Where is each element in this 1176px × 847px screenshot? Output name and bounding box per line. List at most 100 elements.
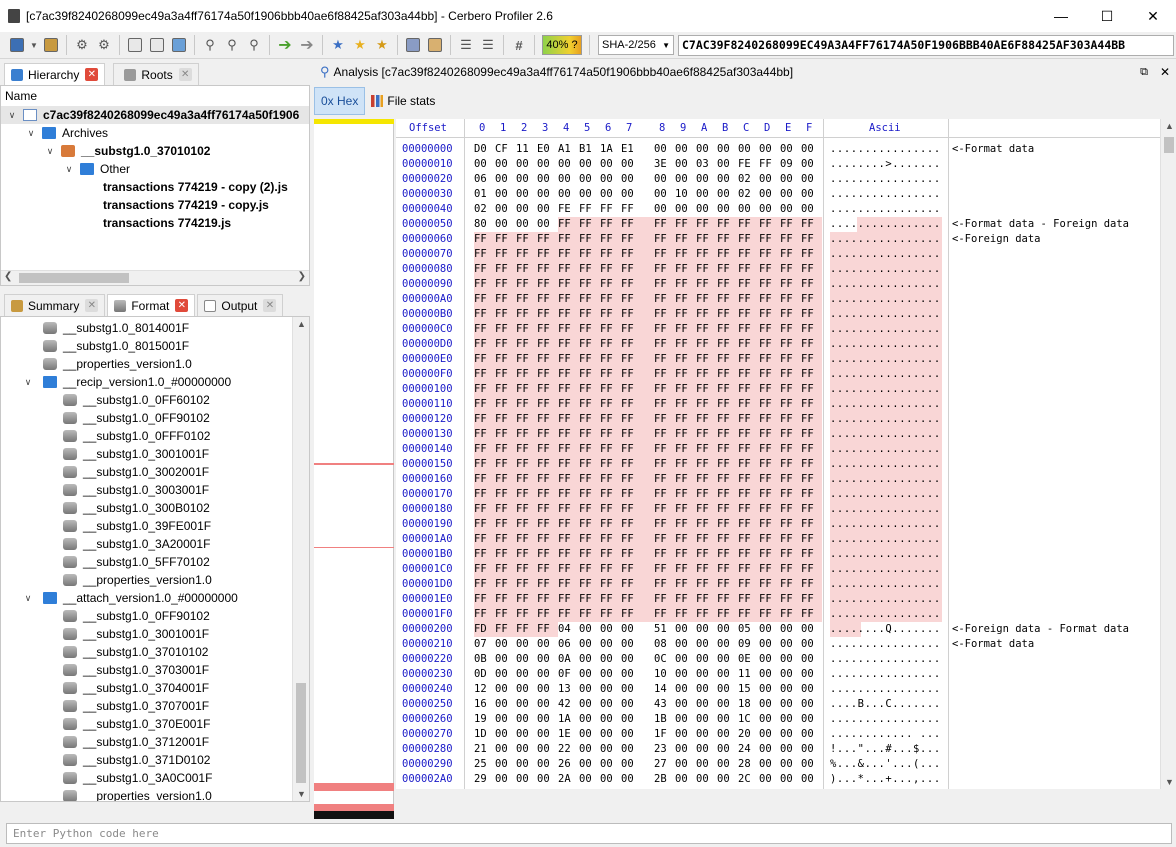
tree-item[interactable]: __substg1.0_39FE001F [1, 517, 309, 535]
expand-arrow-icon[interactable]: ∨ [45, 142, 55, 160]
layout-icon[interactable]: ☰ [456, 35, 476, 55]
options-icon[interactable]: ⚙ [94, 35, 114, 55]
expand-arrow-icon[interactable]: ∨ [7, 106, 17, 124]
tree-item[interactable]: __substg1.0_3707001F [1, 697, 309, 715]
refresh-icon[interactable] [169, 35, 189, 55]
hex-row[interactable]: 000001E0 FF FF FF FF FF FF FF FF FF FF FF FF FF FF FF FF… [396, 592, 1160, 607]
export-icon[interactable] [41, 35, 61, 55]
tree-item[interactable]: transactions 774219 - copy.js [1, 196, 309, 214]
tree-item[interactable]: transactions 774219 - copy (2).js [1, 178, 309, 196]
hash-value-field[interactable]: C7AC39F8240268099EC49A3A4FF76174A50F1906… [678, 34, 1174, 56]
tree-item[interactable]: __substg1.0_0FF90102 [1, 409, 309, 427]
hash-icon[interactable]: # [509, 35, 529, 55]
hex-row[interactable]: 00000270 1D 00 00 00 1E 00 00 00 1F 00 00 00 20 00 00 00… [396, 727, 1160, 742]
zoom-fit-icon[interactable]: ⚲ [222, 35, 242, 55]
entropy-indicator[interactable]: 40% ? [542, 35, 582, 55]
scroll-thumb[interactable] [1164, 137, 1174, 153]
hex-row[interactable]: 000000A0 FF FF FF FF FF FF FF FF FF FF FF FF FF FF FF FF… [396, 292, 1160, 307]
tree-item[interactable]: __substg1.0_3002001F [1, 463, 309, 481]
zoom-in-icon[interactable]: ⚲ [200, 35, 220, 55]
hex-row[interactable]: 00000140 FF FF FF FF FF FF FF FF FF FF FF FF FF FF FF FF… [396, 442, 1160, 457]
expand-arrow-icon[interactable]: ∨ [64, 160, 74, 178]
tree-item[interactable]: ∨ __recip_version1.0_#00000000 [1, 373, 309, 391]
tab-hex[interactable]: 0x Hex [314, 87, 366, 115]
close-icon[interactable]: ✕ [263, 299, 277, 312]
hex-row[interactable]: 000001A0 FF FF FF FF FF FF FF FF FF FF FF FF FF FF FF FF… [396, 532, 1160, 547]
close-icon[interactable]: ✕ [85, 68, 99, 81]
tree-item[interactable]: __substg1.0_3003001F [1, 481, 309, 499]
expand-arrow-icon[interactable]: ∨ [23, 589, 33, 607]
hex-vertical-scrollbar[interactable]: ▲ ▼ [1160, 119, 1176, 789]
hex-row[interactable]: 000001D0 FF FF FF FF FF FF FF FF FF FF FF FF FF FF FF FF… [396, 577, 1160, 592]
window-icon[interactable] [125, 35, 145, 55]
back-arrow-icon[interactable]: ➔ [275, 35, 295, 55]
hex-row[interactable]: 00000280 21 00 00 00 22 00 00 00 23 00 00 00 24 00 00 00… [396, 742, 1160, 757]
tree-item[interactable]: __substg1.0_3703001F [1, 661, 309, 679]
hex-row[interactable]: 00000010 00 00 00 00 00 00 00 00 3E 00 03 00 FE FF 09 00… [396, 157, 1160, 172]
scroll-down-icon[interactable]: ▼ [1165, 777, 1174, 787]
hash-algorithm-select[interactable]: SHA-2/256 ▼ [598, 35, 674, 55]
tree-item[interactable]: __properties_version1.0 [1, 571, 309, 589]
maximize-button[interactable]: ☐ [1084, 0, 1130, 32]
save-report-icon[interactable] [147, 35, 167, 55]
hex-row[interactable]: 00000160 FF FF FF FF FF FF FF FF FF FF FF FF FF FF FF FF… [396, 472, 1160, 487]
vertical-scrollbar[interactable]: ▲ ▼ [292, 317, 309, 801]
forward-arrow-icon[interactable]: ➔ [297, 35, 317, 55]
tree-item[interactable]: __substg1.0_300B0102 [1, 499, 309, 517]
hex-row[interactable]: 000000B0 FF FF FF FF FF FF FF FF FF FF FF FF FF FF FF FF… [396, 307, 1160, 322]
save-dropdown-icon[interactable] [7, 35, 27, 55]
hex-row[interactable]: 00000220 0B 00 00 00 0A 00 00 00 0C 00 00 00 0E 00 00 00… [396, 652, 1160, 667]
hex-row[interactable]: 000000C0 FF FF FF FF FF FF FF FF FF FF FF FF FF FF FF FF… [396, 322, 1160, 337]
hex-row[interactable]: 00000060 FF FF FF FF FF FF FF FF FF FF FF FF FF FF FF FF… [396, 232, 1160, 247]
close-icon[interactable]: ✕ [1160, 65, 1170, 79]
scroll-thumb[interactable] [296, 683, 306, 783]
tree-item[interactable]: ∨ __substg1.0_37010102 [1, 142, 309, 160]
hex-row[interactable]: 00000290 25 00 00 00 26 00 00 00 27 00 00 00 28 00 00 00… [396, 757, 1160, 772]
hex-row[interactable]: 00000190 FF FF FF FF FF FF FF FF FF FF FF FF FF FF FF FF… [396, 517, 1160, 532]
inspect-icon[interactable] [403, 35, 423, 55]
tree-item[interactable]: __substg1.0_3A20001F [1, 535, 309, 553]
scroll-up-icon[interactable]: ▲ [1165, 121, 1174, 131]
tab-roots[interactable]: Roots ✕ [113, 63, 199, 85]
close-icon[interactable]: ✕ [175, 299, 189, 312]
tree-item[interactable]: __substg1.0_3704001F [1, 679, 309, 697]
hex-row[interactable]: 00000210 07 00 00 00 06 00 00 00 08 00 00 00 09 00 00 00… [396, 637, 1160, 652]
hex-row[interactable]: 00000150 FF FF FF FF FF FF FF FF FF FF FF FF FF FF FF FF… [396, 457, 1160, 472]
tree-item[interactable]: ∨ Archives [1, 124, 309, 142]
favorite-icon[interactable]: ★ [372, 35, 392, 55]
hex-view[interactable]: Offset 0123456789ABCDEF Ascii 00000000 D0… [396, 119, 1160, 789]
expand-arrow-icon[interactable]: ∨ [23, 373, 33, 391]
tree-item[interactable]: __substg1.0_0FF90102 [1, 607, 309, 625]
tab-summary[interactable]: Summary ✕ [4, 294, 106, 316]
tree-item[interactable]: __substg1.0_371D0102 [1, 751, 309, 769]
scroll-thumb[interactable] [19, 273, 129, 283]
chevron-down-icon[interactable]: ▼ [29, 35, 39, 55]
tab-hierarchy[interactable]: Hierarchy ✕ [4, 63, 106, 85]
hex-row[interactable]: 00000020 06 00 00 00 00 00 00 00 00 00 00 00 02 00 00 00… [396, 172, 1160, 187]
tools-icon[interactable] [425, 35, 445, 55]
hex-row[interactable]: 00000250 16 00 00 00 42 00 00 00 43 00 00 00 18 00 00 00… [396, 697, 1160, 712]
hex-row[interactable]: 000002A0 29 00 00 00 2A 00 00 00 2B 00 00 00 2C 00 00 00… [396, 772, 1160, 787]
hex-row[interactable]: 00000100 FF FF FF FF FF FF FF FF FF FF FF FF FF FF FF FF… [396, 382, 1160, 397]
hex-row[interactable]: 00000240 12 00 00 00 13 00 00 00 14 00 00 00 15 00 00 00… [396, 682, 1160, 697]
hex-row[interactable]: 00000080 FF FF FF FF FF FF FF FF FF FF FF FF FF FF FF FF… [396, 262, 1160, 277]
hex-row[interactable]: 00000230 0D 00 00 00 0F 00 00 00 10 00 00 00 11 00 00 00… [396, 667, 1160, 682]
tree-item[interactable]: __substg1.0_37010102 [1, 643, 309, 661]
hex-row[interactable]: 00000110 FF FF FF FF FF FF FF FF FF FF FF FF FF FF FF FF… [396, 397, 1160, 412]
layout-alt-icon[interactable]: ☰ [478, 35, 498, 55]
tab-output[interactable]: Output ✕ [197, 294, 284, 316]
hex-row[interactable]: 000001B0 FF FF FF FF FF FF FF FF FF FF FF FF FF FF FF FF… [396, 547, 1160, 562]
hex-row[interactable]: 00000170 FF FF FF FF FF FF FF FF FF FF FF FF FF FF FF FF… [396, 487, 1160, 502]
close-icon[interactable]: ✕ [178, 68, 192, 81]
hex-row[interactable]: 000000D0 FF FF FF FF FF FF FF FF FF FF FF FF FF FF FF FF… [396, 337, 1160, 352]
star-icon[interactable]: ★ [350, 35, 370, 55]
tree-item[interactable]: __substg1.0_0FFF0102 [1, 427, 309, 445]
hex-row[interactable]: 00000200 FD FF FF FF 04 00 00 00 51 00 00 00 05 00 00 00… [396, 622, 1160, 637]
expand-arrow-icon[interactable]: ∨ [26, 124, 36, 142]
tree-item[interactable]: __substg1.0_370E001F [1, 715, 309, 733]
tree-item[interactable]: __substg1.0_3001001F [1, 445, 309, 463]
entropy-strip[interactable] [314, 119, 394, 819]
tree-item[interactable]: __substg1.0_5FF70102 [1, 553, 309, 571]
hex-row[interactable]: 000000E0 FF FF FF FF FF FF FF FF FF FF FF FF FF FF FF FF… [396, 352, 1160, 367]
hex-row[interactable]: 00000030 01 00 00 00 00 00 00 00 00 10 00 00 02 00 00 00… [396, 187, 1160, 202]
